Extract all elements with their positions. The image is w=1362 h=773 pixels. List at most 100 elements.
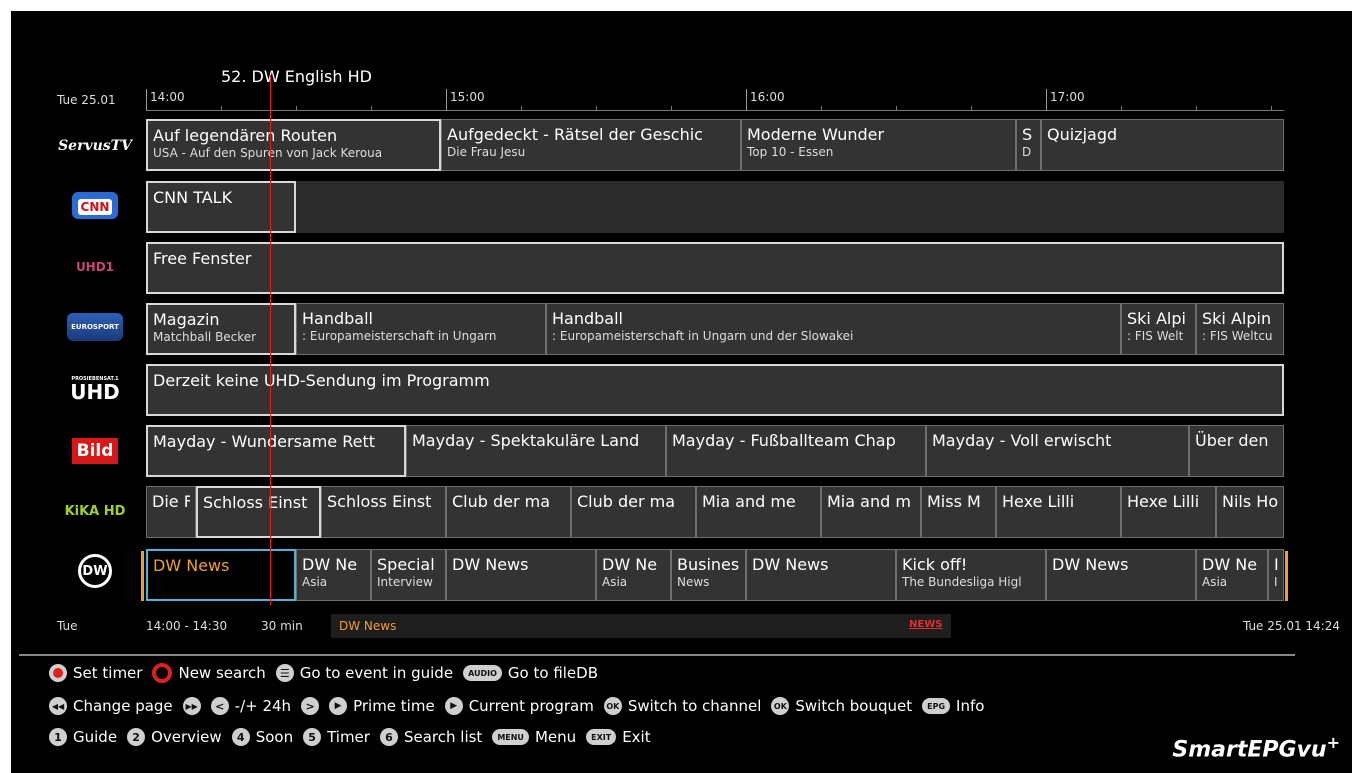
genre-tag: NEWS — [909, 619, 943, 630]
program-cell[interactable]: Handball: Europameisterschaft in Ungarn … — [546, 303, 1121, 355]
program-cell[interactable]: Club der ma — [571, 486, 696, 538]
program-cell[interactable]: Die F — [146, 486, 196, 538]
hour-label: 14:00 — [146, 89, 185, 111]
program-subtitle: D — [1022, 145, 1032, 159]
program-title: Mayday - Wundersame Rett — [153, 432, 376, 451]
program-cell[interactable]: DW Ne Asia — [596, 549, 671, 601]
legend-search-list[interactable]: 6 Search list — [379, 728, 483, 746]
program-cell[interactable]: Mayday - Fußballteam Chap — [666, 425, 926, 477]
program-cell[interactable]: Club der ma — [446, 486, 571, 538]
legend-label: Info — [956, 697, 985, 715]
program-cell[interactable]: Mayday - Wundersame Rett — [146, 425, 406, 477]
legend-current-program[interactable]: ▶ Current program — [444, 697, 594, 715]
program-cell[interactable]: Kick off! The Bundesliga Higl — [896, 549, 1046, 601]
program-title: CNN TALK — [153, 188, 233, 207]
program-title: Club der ma — [452, 492, 551, 511]
program-cell[interactable]: DW News — [1046, 549, 1196, 601]
program-cell[interactable]: Mayday - Voll erwischt — [926, 425, 1189, 477]
number-5-button-icon: 5 — [303, 728, 322, 746]
program-cell[interactable]: Mia and me — [696, 486, 821, 538]
program-cell[interactable]: Handball: Europameisterschaft in Ungarn — [296, 303, 546, 355]
program-cell[interactable]: Hexe Lilli — [1121, 486, 1216, 538]
program-cell[interactable]: Über den — [1189, 425, 1284, 477]
program-title: Kick off! — [902, 555, 968, 574]
legend-info[interactable]: EPG Info — [922, 697, 984, 715]
program-cell[interactable]: Schloss Einst — [321, 486, 446, 538]
program-cell[interactable]: Ski Alpi: FIS Welt — [1121, 303, 1196, 355]
program-cell[interactable]: Hexe Lilli — [996, 486, 1121, 538]
legend-new-search[interactable]: New search — [152, 663, 266, 683]
legend-set-timer[interactable]: Set timer — [49, 664, 142, 682]
legend-minus-24h[interactable]: < -/+ 24h — [210, 697, 292, 715]
channel-logo-cnn[interactable]: CNN — [57, 185, 133, 225]
channel-logo-servustv[interactable]: ServusTV — [57, 126, 133, 166]
brand-name: SmartEPGvu — [1172, 737, 1327, 763]
program-title: Quizjagd — [1047, 125, 1118, 144]
number-2-button-icon: 2 — [127, 728, 146, 746]
legend-label: Exit — [622, 728, 651, 746]
legend-plus-24h[interactable]: > — [301, 697, 320, 715]
program-cell[interactable]: Free Fenster — [146, 242, 1284, 294]
legend-overview[interactable]: 2 Overview — [127, 728, 222, 746]
program-cell[interactable]: Ski Alpin: FIS Weltcu — [1196, 303, 1284, 355]
program-cell[interactable]: Nils Ho — [1216, 486, 1284, 538]
program-title: Hexe Lilli — [1127, 492, 1200, 511]
legend-switch-channel[interactable]: OK Switch to channel — [603, 697, 761, 715]
ok-button-icon: OK — [603, 697, 622, 715]
program-title: Mayday - Fußballteam Chap — [672, 431, 896, 450]
info-duration: 30 min — [261, 619, 303, 633]
legend-soon[interactable]: 4 Soon — [231, 728, 293, 746]
timeline-axis — [146, 110, 1284, 111]
legend-change-page[interactable]: ◀◀ Change page — [49, 697, 173, 715]
timeline-tick — [671, 106, 672, 111]
row-empty-area — [296, 181, 1284, 233]
legend-go-to-filedb[interactable]: AUDIO Go to fileDB — [463, 664, 598, 682]
program-cell[interactable]: Busines News — [671, 549, 746, 601]
left-button-icon: < — [210, 697, 229, 715]
channel-logo-uhd1[interactable]: UHD1 — [57, 247, 133, 287]
program-cell[interactable]: Miss M — [921, 486, 996, 538]
program-title: S — [1022, 125, 1033, 144]
program-cell[interactable]: DW News — [446, 549, 596, 601]
program-cell[interactable]: DW News — [746, 549, 896, 601]
program-cell[interactable]: Derzeit keine UHD-Sendung im Programm — [146, 364, 1284, 416]
program-cell[interactable]: Mayday - Spektakuläre Land — [406, 425, 666, 477]
legend-forward[interactable]: ▶▶ — [182, 697, 201, 715]
legend-label: Search list — [403, 728, 483, 746]
legend-prime-time[interactable]: ▶ Prime time — [329, 697, 435, 715]
legend-label: -/+ 24h — [234, 697, 292, 715]
channel-logo-dw[interactable]: DW — [57, 551, 133, 591]
program-cell[interactable]: Moderne Wunder Top 10 - Essen — [741, 119, 1016, 171]
program-cell[interactable]: Aufgedeckt - Rätsel der Geschic Die Frau … — [441, 119, 741, 171]
program-cell[interactable]: Schloss Einst — [196, 486, 321, 538]
program-cell[interactable]: DW Ne Asia — [1196, 549, 1268, 601]
program-cell-current[interactable]: DW News — [146, 549, 296, 601]
program-cell[interactable]: Quizjagd — [1041, 119, 1284, 171]
legend-menu[interactable]: MENU Menu — [492, 728, 576, 746]
channel-logo-prosieben-uhd[interactable]: PROSIEBENSAT.1 UHD — [57, 369, 133, 409]
program-cell[interactable]: DW Ne Asia — [296, 549, 371, 601]
channel-logo-kika[interactable]: KiKA HD — [57, 491, 133, 531]
program-title: Free Fenster — [153, 249, 252, 268]
current-time-line — [270, 75, 271, 605]
legend-switch-bouquet[interactable]: OK Switch bouquet — [771, 697, 912, 715]
legend-label: Switch bouquet — [795, 697, 913, 715]
legend-guide[interactable]: 1 Guide — [49, 728, 117, 746]
program-cell[interactable]: CNN TALK — [146, 181, 296, 233]
program-cell[interactable]: Magazin Matchball Becker — [146, 303, 296, 355]
program-subtitle: : FIS Welt — [1127, 329, 1184, 343]
program-cell[interactable]: SD — [1016, 119, 1041, 171]
program-cell[interactable]: Auf legendären Routen USA - Auf den Spure… — [146, 119, 441, 171]
legend-label: Go to event in guide — [299, 664, 454, 682]
program-subtitle: Matchball Becker — [153, 330, 257, 344]
channel-logo-eurosport[interactable]: EUROSPORT — [57, 307, 133, 347]
channel-row: Derzeit keine UHD-Sendung im Programm — [146, 364, 1284, 418]
program-title: DW News — [752, 555, 829, 574]
channel-logo-bild[interactable]: Bild — [57, 431, 133, 471]
legend-timer[interactable]: 5 Timer — [303, 728, 370, 746]
program-cell[interactable]: Mia and m — [821, 486, 921, 538]
legend-exit[interactable]: EXIT Exit — [586, 728, 651, 746]
legend-go-to-event[interactable]: ☰ Go to event in guide — [275, 664, 454, 682]
program-cell[interactable]: II — [1268, 549, 1284, 601]
program-cell[interactable]: Special Interview — [371, 549, 446, 601]
